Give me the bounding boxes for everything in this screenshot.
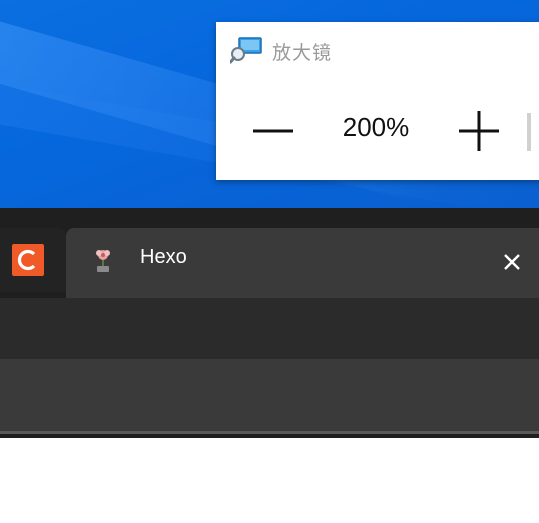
zoom-in-button[interactable] [454,106,504,156]
tab-strip: Hexo [0,208,539,298]
tab-title: Hexo [140,246,187,268]
pinned-tab[interactable] [0,228,66,292]
c-logo-icon [12,244,44,276]
magnifier-window: 放大镜 200% [216,22,539,180]
minus-icon [253,129,293,133]
plus-icon [459,111,499,151]
browser-toolbar [0,298,539,359]
magnifier-app-icon [229,36,262,66]
zoom-out-button[interactable] [248,106,298,156]
magnifier-title: 放大镜 [272,41,333,64]
page-content [0,438,539,523]
close-icon [504,254,520,270]
zoom-level: 200% [342,112,410,142]
hexo-favicon-icon [90,246,116,274]
bookmarks-bar [0,359,539,431]
browser-window: Hexo [0,208,539,438]
tab-hexo[interactable]: Hexo [66,228,539,298]
magnifier-title-bar: 放大镜 [229,36,333,66]
divider [0,431,539,434]
tab-close-button[interactable] [496,246,528,278]
divider [527,113,531,151]
